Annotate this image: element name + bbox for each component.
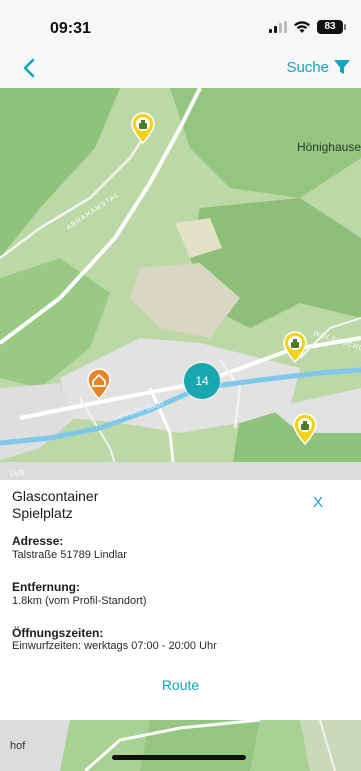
map-view[interactable]: Hönighause ABRAHAMSTAL WOLFSSCHL Lennefe… — [0, 88, 361, 480]
distance-value: 1.8km (vom Profil-Standort) — [12, 595, 147, 607]
close-button[interactable]: X — [313, 494, 323, 511]
glass-container-marker[interactable] — [282, 331, 308, 363]
home-marker[interactable] — [86, 368, 112, 400]
place-label: hof — [10, 740, 26, 752]
chevron-left-icon[interactable] — [18, 56, 42, 80]
search-label: Suche — [286, 58, 329, 76]
status-bar: 09:31 83 — [0, 0, 361, 48]
location-title-line: Glascontainer — [12, 488, 99, 504]
cluster-marker[interactable]: 14 — [184, 363, 220, 399]
battery-icon: 83 — [317, 20, 346, 34]
cellular-signal-icon — [269, 21, 287, 33]
glass-container-marker[interactable] — [292, 413, 318, 445]
opening-hours-value: Einwurfzeiten: werktags 07:00 - 20:00 Uh… — [12, 640, 217, 652]
location-title: Glascontainer Spielplatz — [12, 488, 98, 522]
app-screen: 09:31 83 Suche Hönighause ABRAHAMSTAL WO… — [0, 0, 361, 771]
location-detail-card: Glascontainer Spielplatz X Adresse: Tals… — [0, 480, 361, 720]
map-view-bottom[interactable]: hof — [0, 720, 361, 771]
glass-container-marker[interactable] — [130, 112, 156, 144]
address-value: Talstraße 51789 Lindlar — [12, 549, 127, 561]
place-label: LVR — [10, 469, 25, 478]
place-label: Hönighause — [296, 140, 361, 154]
route-button[interactable]: Route — [0, 677, 361, 693]
status-time: 09:31 — [50, 20, 91, 37]
home-indicator[interactable] — [112, 755, 246, 760]
funnel-icon — [334, 60, 350, 74]
wifi-icon — [294, 21, 310, 33]
opening-hours-label: Öffnungszeiten: — [12, 626, 104, 640]
location-title-line: Spielplatz — [12, 505, 73, 521]
map-tiles — [0, 720, 361, 771]
navigation-bar: Suche — [0, 48, 361, 88]
distance-label: Entfernung: — [12, 580, 80, 594]
address-label: Adresse: — [12, 534, 64, 548]
status-icons: 83 — [269, 20, 346, 34]
search-filter-button[interactable]: Suche — [286, 58, 351, 76]
